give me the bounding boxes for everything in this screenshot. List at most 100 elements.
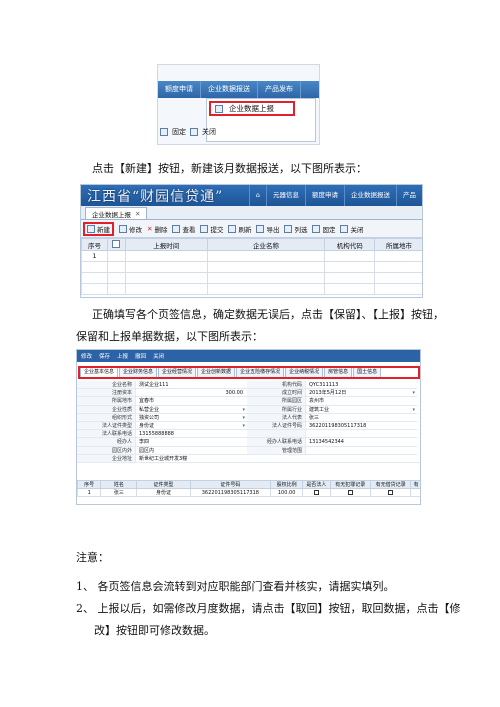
tab-basic-info[interactable]: 企业基本信息 — [80, 367, 119, 378]
nav-item-report[interactable]: 企业数据报送 — [344, 185, 396, 206]
field-label: 经办人联系电话 — [247, 438, 305, 447]
col-extra[interactable]: 有 — [410, 480, 420, 489]
field-value[interactable]: 宜春市 — [135, 397, 247, 406]
tab-label: 企业数据上报 — [92, 210, 131, 219]
col-id-type[interactable]: 证件类型 — [136, 480, 191, 489]
tab-enterprise-report[interactable]: 企业数据上报 ✕ — [85, 207, 148, 219]
form-tabs: 企业基本信息 企业财务信息 企业经营情况 企业创新数据 企业五险缴存情况 企业纳… — [78, 366, 420, 379]
note-text: 上报以后，如需修改月度数据，请点击【取回】按钮，取回数据，点击【修 — [97, 602, 461, 615]
select-field[interactable]: 独资公司 — [135, 413, 247, 422]
checkbox-icon[interactable] — [112, 239, 121, 248]
new-icon — [87, 224, 95, 233]
col-equity[interactable]: 股权比例 — [270, 480, 304, 489]
menu-tab-quota[interactable]: 额度申请 — [158, 81, 201, 98]
field-value[interactable]: 362201198305117318 — [305, 421, 417, 431]
checkbox[interactable] — [313, 489, 319, 495]
field-value[interactable]: 13155888888 — [135, 430, 247, 439]
col-index[interactable]: 序号 — [77, 480, 102, 489]
cell-extra — [410, 488, 420, 497]
col-city[interactable]: 所属地市 — [374, 238, 422, 251]
delete-button-label: 删除 — [154, 225, 168, 234]
date-field[interactable]: 2013年5月12日 — [305, 389, 417, 398]
home-icon[interactable]: ⌂ — [248, 185, 266, 206]
close-icon — [340, 224, 349, 233]
tab-tax[interactable]: 企业纳税情况 — [285, 367, 324, 378]
cell-legal-person[interactable] — [302, 488, 331, 497]
col-org-code[interactable]: 机构代码 — [324, 238, 376, 251]
field-label: 成立时间 — [247, 389, 305, 398]
pin-button[interactable]: 固定 — [172, 127, 186, 137]
close-button[interactable]: 关闭 — [340, 224, 363, 234]
nav-item-product[interactable]: 产品 — [396, 185, 422, 206]
col-id-number[interactable]: 证件号码 — [189, 480, 272, 489]
cell-select[interactable] — [106, 250, 126, 262]
pin-button[interactable]: 固定 — [312, 224, 335, 234]
field-value[interactable] — [305, 446, 417, 455]
tab-insurance[interactable]: 企业五险缴存情况 — [236, 367, 285, 378]
withdraw-button[interactable]: 撤回 — [135, 352, 146, 360]
delete-button[interactable]: ✕ 删除 — [147, 224, 167, 234]
shareholder-table: 序号 姓名 证件类型 证件号码 股权比例 是否法人 有无犯罪记录 有无借贷记录 … — [77, 480, 420, 497]
menu-tab-report[interactable]: 企业数据报送 — [201, 81, 258, 98]
select-field[interactable]: 建筑工业 — [305, 405, 417, 414]
field-label: 企业名称 — [77, 381, 135, 390]
field-value[interactable]: 张三 — [305, 413, 417, 422]
nav-item-info[interactable]: 元器信息 — [266, 185, 305, 206]
tab-housing[interactable]: 房管信息 — [324, 367, 353, 378]
field-value[interactable]: 测试企业111 — [135, 381, 247, 390]
col-loan-record[interactable]: 有无借贷记录 — [369, 480, 412, 489]
save-button[interactable]: 保存 — [99, 352, 110, 360]
field-value[interactable]: 13134542344 — [305, 438, 417, 447]
cell-criminal-record[interactable] — [329, 488, 371, 497]
checkbox[interactable] — [388, 489, 394, 495]
instruction-save-line1: 正确填写各个页签信息，确定数据无误后，点击【保留】、【上报】按钮， — [92, 308, 444, 321]
field-value[interactable]: 袁州市 — [305, 397, 417, 406]
refresh-icon — [228, 224, 237, 233]
screenshot-form: 修改 保存 上报 撤回 关闭 企业基本信息 企业财务信息 企业经营情况 企业创新… — [76, 349, 421, 505]
checkbox[interactable] — [347, 489, 353, 495]
col-company-name[interactable]: 企业名称 — [206, 238, 326, 251]
edit-button[interactable]: 修改 — [81, 352, 92, 360]
table-row[interactable]: 1 — [81, 250, 422, 262]
col-legal-person[interactable]: 是否法人 — [302, 480, 331, 489]
col-select[interactable] — [106, 238, 126, 251]
col-name[interactable]: 姓名 — [100, 480, 138, 489]
new-button[interactable]: 新建 — [83, 221, 114, 236]
select-field[interactable]: 身份证 — [135, 421, 247, 431]
report-button[interactable]: 上报 — [117, 352, 128, 360]
close-button[interactable]: 关闭 — [202, 127, 216, 137]
submit-button[interactable]: 提交 — [200, 224, 223, 234]
cell-index: 1 — [81, 250, 108, 262]
table-header: 序号 姓名 证件类型 证件号码 股权比例 是否法人 有无犯罪记录 有无借贷记录 … — [77, 480, 420, 489]
close-button[interactable]: 关闭 — [153, 352, 164, 360]
note-text: 各页签信息会流转到对应职能部门查看并核实，请据实填列。 — [97, 580, 395, 593]
field-label — [247, 430, 305, 439]
col-index[interactable]: 序号 — [81, 238, 108, 251]
tab-land[interactable]: 国土信息 — [353, 367, 382, 378]
col-report-time[interactable]: 上报时间 — [124, 238, 208, 251]
cell-loan-record[interactable] — [369, 488, 412, 497]
field-value[interactable]: 300.00 — [135, 389, 247, 398]
tab-innovation[interactable]: 企业创新数据 — [197, 367, 236, 378]
field-value[interactable]: QYC311113 — [305, 381, 417, 390]
address-field[interactable]: 新世纪工业城开发3幢 — [135, 454, 420, 463]
col-criminal-record[interactable]: 有无犯罪记录 — [329, 480, 371, 489]
export-button[interactable]: 导出 — [256, 224, 279, 234]
menu-tab-product[interactable]: 产品发布 — [258, 81, 301, 98]
columns-button[interactable]: 列选 — [284, 224, 307, 234]
tab-finance[interactable]: 企业财务信息 — [119, 367, 158, 378]
view-button[interactable]: 查看 — [172, 224, 195, 234]
field-value[interactable] — [305, 430, 417, 439]
dropdown-item-enterprise-report[interactable]: 企业数据上报 — [209, 101, 295, 116]
columns-icon — [284, 224, 293, 233]
tab-operations[interactable]: 企业经营情况 — [158, 367, 197, 378]
field-value[interactable]: 李四 — [135, 438, 247, 447]
nav-item-quota[interactable]: 额度申请 — [305, 185, 344, 206]
select-field[interactable]: 私营企业 — [135, 405, 247, 414]
tab-close-icon[interactable]: ✕ — [135, 210, 140, 218]
edit-button[interactable]: 修改 — [119, 224, 142, 234]
table-row[interactable]: 1 张三 身份证 362201198305117318 100.00 — [77, 488, 420, 497]
refresh-button[interactable]: 刷新 — [228, 224, 251, 234]
document-icon — [215, 104, 223, 113]
field-value[interactable]: 园区内 — [135, 446, 247, 455]
